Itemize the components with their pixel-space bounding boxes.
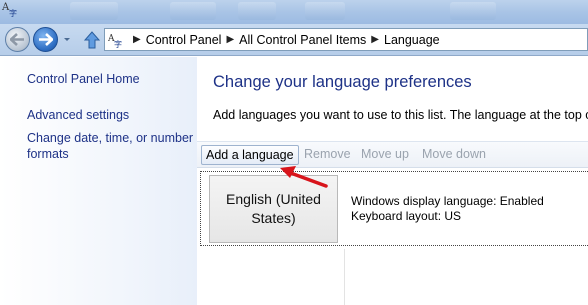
- keyboard-layout-status: Keyboard layout: US: [351, 209, 462, 223]
- language-details: Windows display language: Enabled Keyboa…: [351, 194, 544, 224]
- remove-button[interactable]: Remove: [300, 145, 355, 165]
- chevron-down-icon[interactable]: [62, 34, 72, 44]
- address-bar[interactable]: A 字 ▶ Control Panel ▶ All Control Panel …: [104, 28, 588, 51]
- change-date-time-link-line2[interactable]: formats: [27, 146, 69, 162]
- change-date-time-link[interactable]: Change date, time, or number: [27, 130, 193, 146]
- language-name-tile[interactable]: English (United States): [209, 175, 338, 243]
- control-panel-home-link[interactable]: Control Panel Home: [27, 71, 140, 87]
- language-icon: A 字: [1, 2, 17, 18]
- back-button[interactable]: [5, 27, 30, 52]
- breadcrumb-all-items[interactable]: All Control Panel Items: [239, 33, 366, 47]
- page-description: Add languages you want to use to this li…: [213, 108, 588, 122]
- navigation-bar: A 字 ▶ Control Panel ▶ All Control Panel …: [0, 24, 588, 56]
- language-list: English (United States) Windows display …: [197, 169, 588, 305]
- page-title: Change your language preferences: [213, 73, 472, 91]
- forward-arrow-icon: [39, 33, 53, 46]
- main-content: Change your language preferences Add lan…: [197, 57, 588, 305]
- column-divider: [344, 249, 345, 305]
- breadcrumb-control-panel[interactable]: Control Panel: [146, 33, 222, 47]
- move-down-button[interactable]: Move down: [418, 145, 490, 165]
- breadcrumb-separator-icon[interactable]: ▶: [133, 34, 141, 45]
- language-icon: A 字: [108, 34, 122, 48]
- breadcrumb-separator-icon[interactable]: ▶: [371, 34, 379, 45]
- add-language-button[interactable]: Add a language: [201, 145, 299, 165]
- language-name-line1: English (United: [226, 191, 321, 207]
- list-item[interactable]: English (United States) Windows display …: [200, 171, 588, 246]
- display-language-status: Windows display language: Enabled: [351, 194, 544, 208]
- svg-text:字: 字: [9, 8, 17, 18]
- forward-button[interactable]: [33, 27, 58, 52]
- up-arrow-icon[interactable]: [83, 30, 101, 50]
- advanced-settings-link[interactable]: Advanced settings: [27, 107, 129, 123]
- language-name-line2: States): [251, 210, 296, 226]
- breadcrumb-separator-icon[interactable]: ▶: [226, 34, 234, 45]
- breadcrumb-language[interactable]: Language: [384, 33, 440, 47]
- left-task-pane: Control Panel Home Advanced settings Cha…: [0, 57, 197, 305]
- back-arrow-icon: [10, 33, 24, 46]
- language-toolbar: Add a language Remove Move up Move down: [197, 141, 588, 168]
- title-bar: A 字: [0, 0, 588, 24]
- move-up-button[interactable]: Move up: [357, 145, 413, 165]
- svg-text:字: 字: [114, 39, 122, 48]
